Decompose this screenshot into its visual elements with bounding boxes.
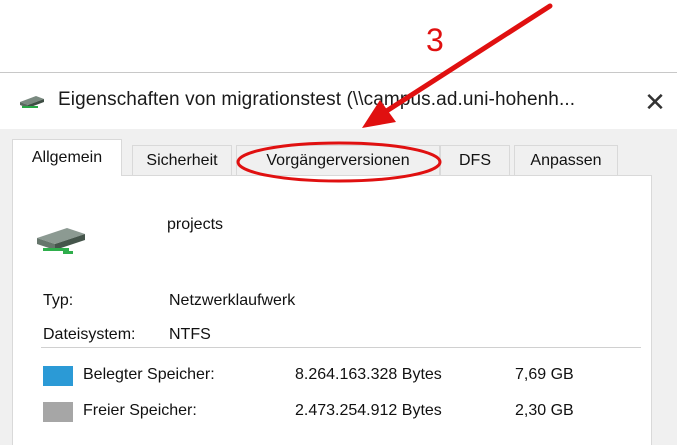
tab-anpassen[interactable]: Anpassen: [514, 145, 618, 175]
close-button[interactable]: ✕: [638, 85, 672, 119]
network-drive-icon: [18, 91, 46, 111]
close-icon: ✕: [644, 86, 666, 117]
general-panel: projects Typ: Netzwerklaufwerk Dateisyst…: [12, 175, 652, 445]
tab-bar: Allgemein Sicherheit Vorgängerversionen …: [12, 139, 672, 176]
type-value: Netzwerklaufwerk: [169, 292, 296, 309]
tab-sicherheit[interactable]: Sicherheit: [132, 145, 232, 175]
used-space-label: Belegter Speicher:: [83, 366, 215, 383]
network-drive-icon: [33, 218, 89, 258]
tab-allgemein[interactable]: Allgemein: [12, 139, 122, 176]
tab-label: Anpassen: [530, 151, 602, 169]
free-space-gb: 2,30 GB: [515, 402, 574, 419]
dialog-content: Allgemein Sicherheit Vorgängerversionen …: [0, 129, 677, 445]
tab-label: Vorgängerversionen: [266, 151, 410, 169]
properties-dialog: Eigenschaften von migrationstest (\\camp…: [0, 72, 677, 445]
filesystem-value: NTFS: [169, 326, 211, 343]
drive-name: projects: [167, 216, 224, 233]
tab-vorgaengerversionen[interactable]: Vorgängerversionen: [236, 145, 440, 175]
used-space-swatch: [43, 366, 73, 386]
window-title: Eigenschaften von migrationstest (\\camp…: [58, 89, 576, 110]
free-space-swatch: [43, 402, 73, 422]
used-space-gb: 7,69 GB: [515, 366, 574, 383]
step-number-label: 3: [426, 22, 444, 58]
tab-label: Allgemein: [31, 149, 103, 166]
free-space-bytes: 2.473.254.912 Bytes: [295, 402, 442, 419]
type-label: Typ:: [43, 292, 74, 309]
used-space-bytes: 8.264.163.328 Bytes: [295, 366, 442, 383]
tab-dfs[interactable]: DFS: [440, 145, 510, 175]
title-bar: Eigenschaften von migrationstest (\\camp…: [0, 73, 677, 129]
separator: [41, 347, 641, 348]
free-space-label: Freier Speicher:: [83, 402, 197, 419]
tab-label: Sicherheit: [146, 151, 218, 169]
tab-label: DFS: [459, 151, 491, 169]
screenshot-root: Eigenschaften von migrationstest (\\camp…: [0, 0, 677, 445]
filesystem-label: Dateisystem:: [43, 326, 136, 343]
